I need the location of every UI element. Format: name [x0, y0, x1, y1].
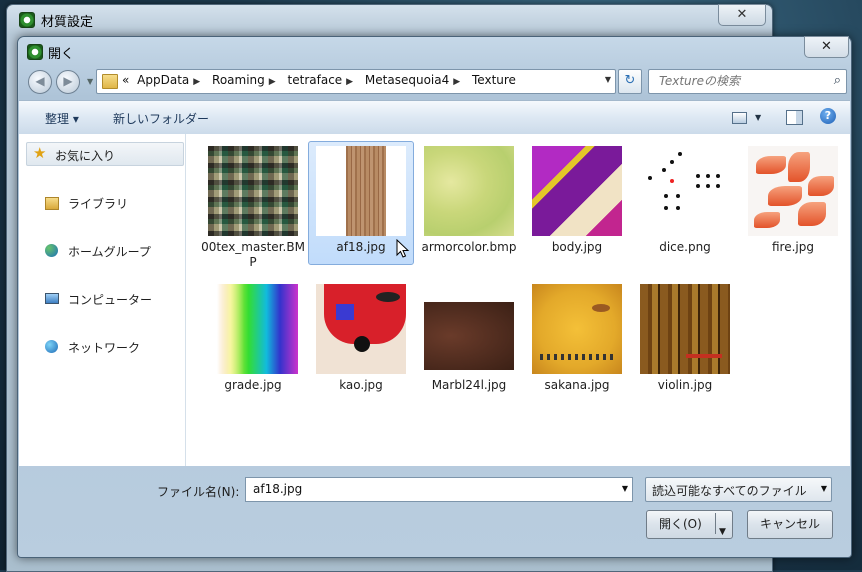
refresh-button[interactable]: ↻: [618, 69, 642, 94]
open-button-label: 開く(O): [659, 517, 702, 531]
breadcrumb-arrow-icon[interactable]: ▶: [453, 77, 460, 87]
sidebar-item-label: コンピューター: [68, 293, 153, 307]
file-thumbnail: [424, 302, 514, 370]
sidebar-item-favorites[interactable]: ★ お気に入り: [26, 142, 184, 166]
sidebar-item-label: お気に入り: [55, 149, 116, 163]
file-thumbnail: [208, 284, 298, 374]
filename-input[interactable]: [251, 481, 615, 497]
forward-button[interactable]: ▶: [56, 70, 80, 94]
command-bar: 整理 ▾ 新しいフォルダー ▼ ?: [19, 100, 850, 135]
file-name: grade.jpg: [224, 378, 282, 392]
breadcrumb-item[interactable]: tetraface: [288, 73, 343, 87]
network-icon: [45, 340, 58, 353]
open-button[interactable]: 開く(O) ▼: [646, 510, 733, 539]
computer-icon: [45, 293, 59, 304]
breadcrumb-item[interactable]: Texture: [472, 73, 516, 87]
breadcrumb-item[interactable]: AppData: [137, 73, 189, 87]
file-item[interactable]: kao.jpg: [308, 279, 414, 403]
address-dropdown-icon[interactable]: ▼: [605, 75, 611, 84]
change-view-icon[interactable]: [732, 112, 747, 124]
file-item[interactable]: dice.png: [632, 141, 738, 265]
parent-window-title: 材質設定: [41, 15, 94, 30]
filename-label: ファイル名(N):: [157, 485, 240, 499]
sidebar-item-label: ホームグループ: [68, 245, 151, 259]
view-dropdown-icon[interactable]: ▼: [755, 113, 761, 122]
folder-icon: [102, 74, 118, 89]
file-item[interactable]: sakana.jpg: [524, 279, 630, 403]
file-name: Marbl24l.jpg: [431, 378, 507, 392]
search-box[interactable]: ⌕: [648, 69, 847, 94]
chevron-down-icon[interactable]: ▼: [622, 484, 628, 493]
file-type-value: 読込可能なすべてのファイル: [652, 484, 807, 498]
parent-close-button[interactable]: ✕: [718, 4, 766, 26]
app-icon: [19, 12, 35, 28]
file-name: fire.jpg: [772, 240, 814, 254]
file-name: body.jpg: [551, 240, 603, 254]
organize-menu[interactable]: 整理 ▾: [45, 110, 79, 127]
breadcrumb: « AppData ▶ Roaming ▶ tetraface ▶ Metasequo…: [122, 73, 520, 87]
file-item[interactable]: violin.jpg: [632, 279, 738, 403]
breadcrumb-item[interactable]: Metasequoia4: [365, 73, 449, 87]
back-arrow-icon: ◀: [35, 74, 45, 88]
dialog-close-button[interactable]: ✕: [804, 36, 849, 58]
mouse-cursor-icon: [396, 239, 410, 258]
breadcrumb-item[interactable]: Roaming: [212, 73, 265, 87]
file-item[interactable]: armorcolor.bmp: [416, 141, 522, 265]
file-item[interactable]: fire.jpg: [740, 141, 846, 265]
file-list: 00tex_master.BMP af18.jpg armorcolor.bmp…: [186, 134, 850, 466]
file-item[interactable]: grade.jpg: [200, 279, 306, 403]
forward-arrow-icon: ▶: [63, 74, 73, 88]
file-thumbnail: [316, 284, 406, 374]
homegroup-icon: [45, 244, 58, 257]
file-name: violin.jpg: [657, 378, 713, 392]
file-thumbnail: [316, 146, 406, 236]
breadcrumb-overflow[interactable]: «: [122, 73, 129, 87]
file-thumbnail: [748, 146, 838, 236]
sidebar-item-label: ライブラリ: [68, 197, 129, 211]
back-button[interactable]: ◀: [28, 70, 52, 94]
sidebar-item-label: ネットワーク: [68, 341, 141, 355]
file-thumbnail: [532, 146, 622, 236]
breadcrumb-arrow-icon[interactable]: ▶: [346, 77, 353, 87]
navigation-pane: ★ お気に入り ライブラリ ホームグループ コンピューター ネットワーク: [19, 134, 186, 466]
chevron-down-icon[interactable]: ▼: [821, 484, 827, 493]
file-thumbnail: [640, 284, 730, 374]
file-item[interactable]: 00tex_master.BMP: [200, 141, 306, 269]
file-thumbnail: [640, 146, 730, 236]
library-icon: [45, 197, 59, 210]
split-divider: [715, 513, 716, 534]
cancel-button[interactable]: キャンセル: [747, 510, 833, 539]
file-thumbnail: [532, 284, 622, 374]
star-icon: ★: [33, 144, 47, 162]
preview-pane-icon[interactable]: [786, 110, 803, 125]
open-options-dropdown-icon[interactable]: ▼: [719, 519, 726, 545]
open-file-dialog: 開く ✕ ◀ ▶ ▼ « AppData ▶ Roaming ▶ tetraface…: [17, 36, 852, 558]
breadcrumb-arrow-icon[interactable]: ▶: [193, 77, 200, 87]
search-input[interactable]: [657, 73, 826, 89]
file-thumbnail: [424, 146, 514, 236]
help-icon[interactable]: ?: [820, 108, 836, 124]
file-name: sakana.jpg: [544, 378, 610, 392]
app-icon: [27, 44, 43, 60]
file-name: kao.jpg: [339, 378, 383, 392]
file-name: 00tex_master.BMP: [201, 240, 305, 269]
file-name: armorcolor.bmp: [421, 240, 517, 254]
file-type-select[interactable]: 読込可能なすべてのファイル ▼: [645, 477, 832, 502]
search-icon[interactable]: ⌕: [834, 73, 841, 88]
file-name: dice.png: [659, 240, 711, 254]
file-item[interactable]: Marbl24l.jpg: [416, 279, 522, 403]
address-bar[interactable]: « AppData ▶ Roaming ▶ tetraface ▶ Metasequo…: [96, 69, 616, 94]
breadcrumb-arrow-icon[interactable]: ▶: [269, 77, 276, 87]
file-item[interactable]: body.jpg: [524, 141, 630, 265]
new-folder-button[interactable]: 新しいフォルダー: [113, 110, 209, 127]
filename-combobox[interactable]: ▼: [245, 477, 633, 502]
file-thumbnail: [208, 146, 298, 236]
dialog-title: 開く: [48, 47, 75, 62]
recent-locations-dropdown-icon[interactable]: ▼: [87, 77, 93, 86]
